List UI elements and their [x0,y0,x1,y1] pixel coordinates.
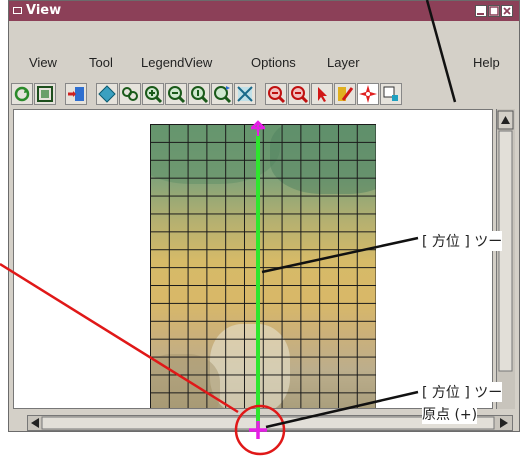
stretch-window-icon[interactable] [380,83,402,105]
zoom-in-red-icon[interactable] [265,83,287,105]
layer-manager-icon[interactable] [96,83,118,105]
edit-pencil-icon[interactable] [334,83,356,105]
direction-tool-icon[interactable] [357,83,379,105]
scroll-left-icon [31,418,39,428]
menu-options[interactable]: Options [251,55,296,70]
zoom-in-icon[interactable] [142,83,164,105]
toolbar [9,83,519,109]
menu-help[interactable]: Help [473,55,500,70]
minimize-icon[interactable] [475,5,487,17]
zoom-out-icon[interactable] [165,83,187,105]
fit-grid-icon[interactable] [234,83,256,105]
zoom-previous-icon[interactable] [211,83,233,105]
view-window: View View Tool LegendView Options Layer … [8,0,520,432]
callout-direction-tool: [ 方位 ] ツー [422,231,503,251]
menu-bar: View Tool LegendView Options Layer Help [15,37,515,70]
vertical-scrollbar[interactable] [496,109,515,409]
window-menu-icon[interactable] [13,7,22,14]
menu-legendview[interactable]: LegendView [141,55,212,70]
callout-origin-line1: [ 方位 ] ツー [422,382,503,402]
zoom-one-icon[interactable] [188,83,210,105]
menu-view[interactable]: View [29,55,57,70]
scroll-right-icon [500,418,508,428]
zoom-box-icon[interactable] [119,83,141,105]
callout-origin-line2: 原点 (+) [422,404,478,424]
raster-image [150,124,376,408]
zoom-out-red-icon[interactable] [288,83,310,105]
title-bar[interactable]: View [9,1,519,21]
add-layer-icon[interactable] [65,83,87,105]
redraw-icon[interactable] [11,83,33,105]
close-icon[interactable] [501,5,513,17]
window-title: View [26,3,62,18]
map-view-canvas[interactable] [13,109,493,409]
full-extent-icon[interactable] [34,83,56,105]
grid-overlay [150,124,376,408]
maximize-icon[interactable] [488,5,500,17]
menu-layer[interactable]: Layer [327,55,360,70]
select-arrow-icon[interactable] [311,83,333,105]
menu-tool[interactable]: Tool [89,55,113,70]
